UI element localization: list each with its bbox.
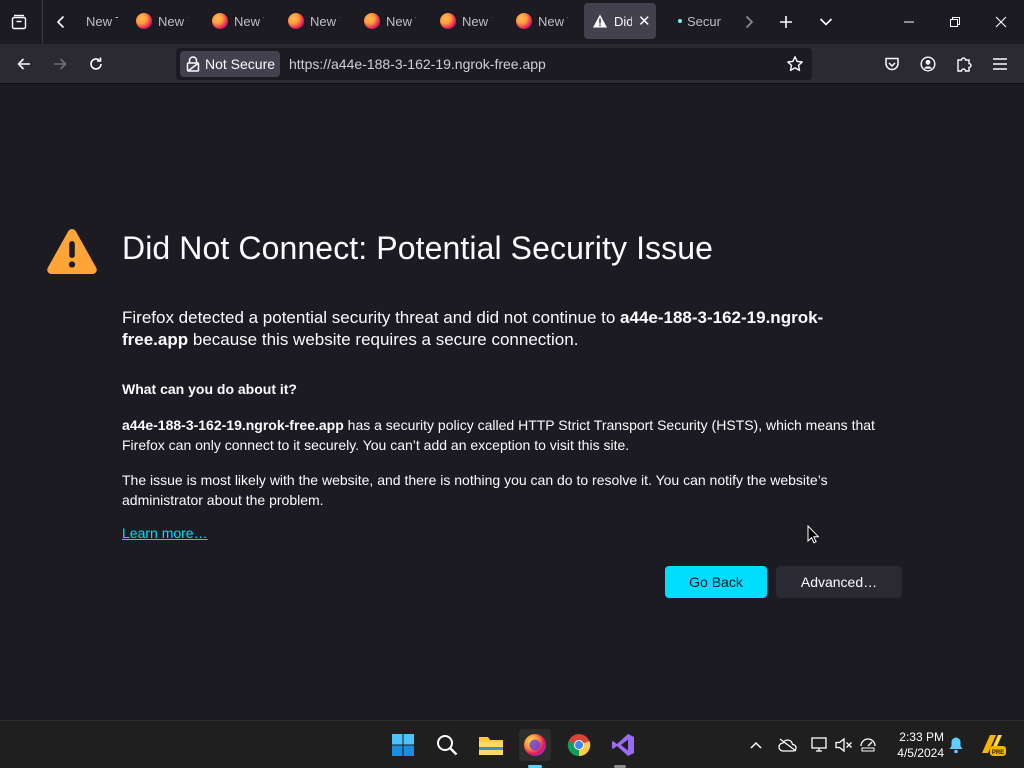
firefox-icon [288, 13, 304, 29]
tab-label: New Tab [310, 13, 340, 29]
battery-icon[interactable] [858, 735, 878, 755]
lock-warning-icon [186, 56, 200, 72]
search-icon[interactable] [431, 729, 463, 761]
clock-time: 2:33 PM [899, 730, 944, 744]
navigation-toolbar: Not Secure https://a44e-188-3-162-19.ngr… [0, 44, 1024, 84]
advanced-button[interactable]: Advanced… [776, 566, 902, 598]
issue-explanation: The issue is most likely with the websit… [122, 472, 828, 508]
scroll-tabs-right-icon[interactable] [732, 0, 766, 44]
show-hidden-icons[interactable] [746, 735, 766, 755]
tab-security[interactable]: Security [670, 3, 732, 39]
restore-button[interactable] [932, 0, 978, 44]
hsts-host: a44e-188-3-162-19.ngrok-free.app [122, 417, 344, 433]
file-explorer-icon[interactable] [475, 729, 507, 761]
reload-button[interactable] [80, 48, 112, 80]
tab-new-tab[interactable]: New Tab [280, 3, 348, 39]
firefox-icon [136, 13, 152, 29]
tab-label: Did Not Connect [614, 13, 632, 29]
bookmark-star-icon[interactable] [784, 53, 806, 75]
tab-label: New Tab [234, 13, 264, 29]
tab-manager-icon[interactable] [0, 0, 38, 44]
learn-more-link[interactable]: Learn more… [122, 525, 208, 541]
warning-triangle-icon [47, 229, 97, 274]
tab-label: New Tab [462, 13, 492, 29]
onedrive-icon[interactable] [778, 735, 798, 755]
tab-new-tab[interactable]: New Tab [432, 3, 500, 39]
tab-label: New Tab [158, 13, 188, 29]
pocket-icon[interactable] [876, 48, 908, 80]
menu-icon[interactable] [984, 48, 1016, 80]
scroll-tabs-left-icon[interactable] [44, 0, 78, 44]
forward-button[interactable] [44, 48, 76, 80]
chrome-icon[interactable] [563, 729, 595, 761]
tab-strip: New Tab New Tab New Tab New Tab New Tab … [0, 0, 1024, 44]
warning-icon [593, 14, 607, 28]
intro-text: Firefox detected a potential security th… [122, 307, 882, 351]
visual-studio-icon[interactable] [607, 729, 639, 761]
firefox-icon [212, 13, 228, 29]
tab-new-tab[interactable]: New Tab [78, 3, 122, 39]
windows-start-icon[interactable] [387, 729, 419, 761]
list-all-tabs-icon[interactable] [807, 0, 845, 44]
firefox-icon [364, 13, 380, 29]
extensions-icon[interactable] [948, 48, 980, 80]
tab-label: New Tab [386, 13, 416, 29]
account-icon[interactable] [912, 48, 944, 80]
intro-after: because this website requires a secure c… [188, 330, 579, 349]
svg-text:PRE: PRE [992, 750, 1004, 756]
page-title: Did Not Connect: Potential Security Issu… [122, 230, 714, 266]
not-secure-label: Not Secure [205, 56, 276, 72]
tab-label: Security [687, 13, 721, 29]
tab-new-tab[interactable]: New Tab [128, 3, 196, 39]
clock-date: 4/5/2024 [897, 746, 944, 760]
close-tab-icon[interactable]: ✕ [638, 12, 651, 30]
back-button[interactable] [8, 48, 40, 80]
system-clock[interactable]: 2:33 PM 4/5/2024 [888, 729, 944, 761]
intro-before: Firefox detected a potential security th… [122, 308, 621, 327]
go-back-button[interactable]: Go Back [665, 566, 767, 598]
tab-new-tab[interactable]: New Tab [508, 3, 576, 39]
site-security-button[interactable]: Not Secure [180, 51, 280, 77]
error-page: Did Not Connect: Potential Security Issu… [0, 85, 1024, 720]
tab-new-tab[interactable]: New Tab [204, 3, 272, 39]
close-window-button[interactable] [978, 0, 1024, 44]
firefox-taskbar-icon[interactable] [519, 729, 551, 761]
new-tab-button[interactable] [767, 0, 805, 44]
loading-dot-icon [678, 19, 682, 23]
url-bar[interactable]: Not Secure https://a44e-188-3-162-19.ngr… [176, 48, 812, 80]
firefox-icon [440, 13, 456, 29]
what-can-you-do-heading: What can you do about it? [122, 381, 297, 397]
network-icon[interactable] [810, 735, 830, 755]
tab-did-not-connect[interactable]: Did Not Connect ✕ [584, 3, 656, 39]
notifications-bell-icon[interactable] [946, 735, 966, 755]
url-text[interactable]: https://a44e-188-3-162-19.ngrok-free.app [289, 56, 546, 72]
hsts-explanation: a44e-188-3-162-19.ngrok-free.app has a s… [122, 415, 902, 455]
tab-label: New Tab [86, 13, 118, 29]
tab-label: New Tab [538, 13, 568, 29]
firefox-icon [516, 13, 532, 29]
minimize-button[interactable] [886, 0, 932, 44]
tab-new-tab[interactable]: New Tab [356, 3, 424, 39]
tab-divider [42, 0, 43, 44]
taskbar: 2:33 PM 4/5/2024 PRE [0, 720, 1024, 768]
mouse-cursor-icon [807, 525, 819, 544]
volume-muted-icon[interactable] [834, 735, 854, 755]
copilot-pre-icon[interactable]: PRE [978, 731, 1006, 759]
